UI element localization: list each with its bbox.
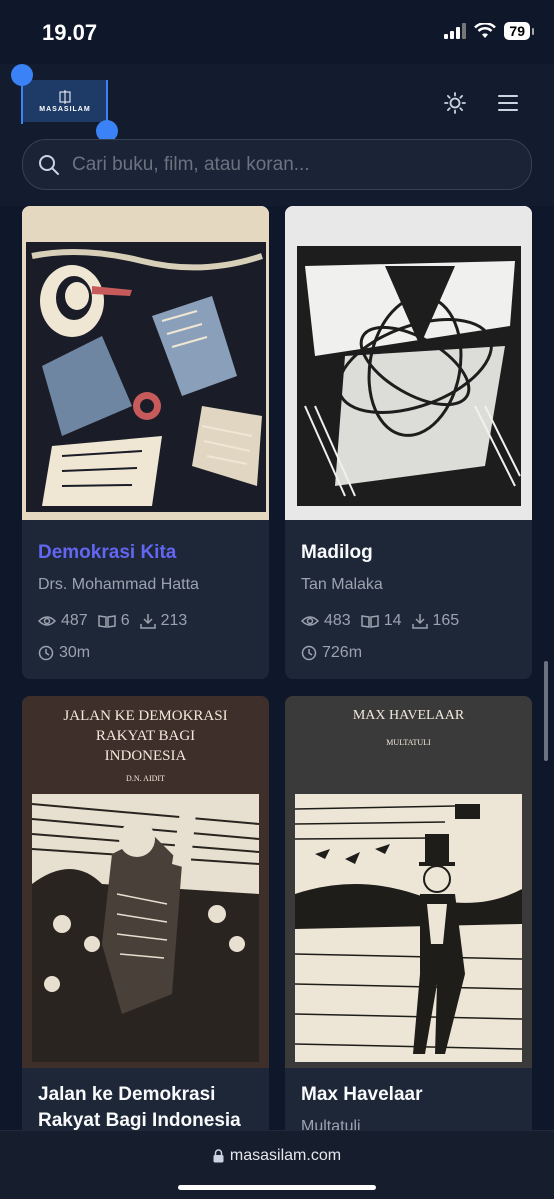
pages-count: 6 xyxy=(120,612,130,629)
cover-title: JALAN KE DEMOKRASI RAKYAT BAGI INDONESIA xyxy=(63,708,228,764)
book-open-icon xyxy=(360,615,379,628)
cover-title: MAX HAVELAAR xyxy=(352,708,465,723)
status-icons: 79 xyxy=(444,22,534,40)
views-stat: 483 xyxy=(301,612,351,630)
sun-icon xyxy=(444,92,466,114)
book-stats: 487 6 213 xyxy=(22,612,269,630)
book-stats: 483 14 165 xyxy=(285,612,532,630)
search-input[interactable] xyxy=(72,153,502,176)
pages-stat: 6 xyxy=(97,612,130,630)
book-open-icon xyxy=(97,615,116,628)
duration-value: 30m xyxy=(59,644,91,661)
browser-address-bar[interactable]: masasilam.com xyxy=(0,1130,554,1199)
pages-count: 14 xyxy=(383,612,402,629)
book-cover-image[interactable]: MAX HAVELAAR MULTATULI xyxy=(285,696,532,1068)
cover-author: MULTATULI xyxy=(386,738,431,747)
book-duration: 30m xyxy=(22,644,269,662)
search-bar[interactable] xyxy=(22,139,532,190)
selection-handle-start[interactable] xyxy=(11,64,33,86)
downloads-stat: 165 xyxy=(411,612,460,630)
eye-icon xyxy=(38,616,56,626)
views-stat: 487 xyxy=(38,612,88,630)
book-author: Multatuli xyxy=(301,1118,361,1130)
battery-indicator: 79 xyxy=(504,22,534,40)
search-icon xyxy=(38,154,60,176)
duration-value: 726m xyxy=(322,644,363,661)
book-title-link[interactable]: Demokrasi Kita xyxy=(22,540,269,566)
book-author: Drs. Mohammad Hatta xyxy=(38,576,199,593)
clock-icon xyxy=(301,645,317,661)
book-title[interactable]: Max Havelaar xyxy=(285,1082,532,1108)
book-cover-image[interactable] xyxy=(22,206,269,520)
book-card[interactable]: Madilog Tan Malaka 483 14 165 726m xyxy=(285,206,532,679)
views-count: 483 xyxy=(324,612,351,629)
download-icon xyxy=(411,614,428,629)
downloads-count: 165 xyxy=(432,612,460,629)
book-duration: 726m xyxy=(285,644,532,662)
book-grid: Demokrasi Kita Drs. Mohammad Hatta 487 6… xyxy=(0,206,554,1130)
status-bar: 19.07 79 xyxy=(0,0,554,64)
cover-author: D.N. AIDIT xyxy=(126,774,165,783)
book-cover-image[interactable]: JALAN KE DEMOKRASI RAKYAT BAGI INDONESIA… xyxy=(22,696,269,1068)
downloads-stat: 213 xyxy=(139,612,188,630)
book-title[interactable]: Madilog xyxy=(285,540,532,566)
logo-text: MASASILAM xyxy=(39,105,91,113)
duration-stat: 726m xyxy=(301,644,362,662)
menu-button[interactable] xyxy=(493,88,523,118)
home-indicator[interactable] xyxy=(178,1185,376,1190)
book-title[interactable]: Jalan ke Demokrasi Rakyat Bagi Indonesia xyxy=(22,1082,269,1130)
logo-emblem-icon xyxy=(59,89,71,104)
eye-icon xyxy=(301,616,319,626)
theme-toggle-button[interactable] xyxy=(440,88,470,118)
site-header: MASASILAM xyxy=(0,64,554,206)
book-card[interactable]: Demokrasi Kita Drs. Mohammad Hatta 487 6… xyxy=(22,206,269,679)
signal-icon xyxy=(444,23,467,39)
status-time: 19.07 xyxy=(42,20,98,45)
book-card[interactable]: JALAN KE DEMOKRASI RAKYAT BAGI INDONESIA… xyxy=(22,696,269,1130)
views-count: 487 xyxy=(61,612,88,629)
wifi-icon xyxy=(474,23,497,38)
duration-stat: 30m xyxy=(38,644,90,662)
pages-stat: 14 xyxy=(360,612,402,630)
downloads-count: 213 xyxy=(160,612,188,629)
download-icon xyxy=(139,614,156,629)
book-cover-image[interactable] xyxy=(285,206,532,520)
lock-icon xyxy=(213,1149,224,1163)
scrollbar[interactable] xyxy=(544,661,548,761)
url-display[interactable]: masasilam.com xyxy=(0,1147,554,1165)
book-card[interactable]: MAX HAVELAAR MULTATULI Max Havelaar Mult… xyxy=(285,696,532,1130)
url-text: masasilam.com xyxy=(229,1147,342,1164)
clock-icon xyxy=(38,645,54,661)
site-logo[interactable]: MASASILAM xyxy=(22,80,108,122)
hamburger-menu-icon xyxy=(498,95,518,111)
book-author: Tan Malaka xyxy=(301,576,383,593)
